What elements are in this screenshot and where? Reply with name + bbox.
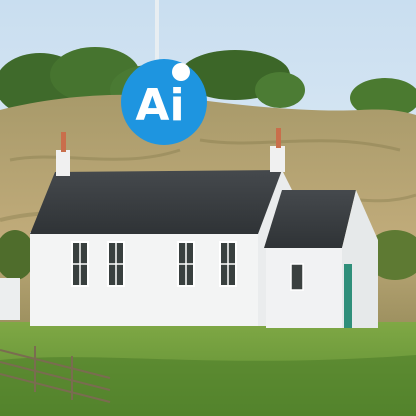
door <box>344 264 352 328</box>
photo-scene <box>0 0 416 416</box>
ai-logo-text: Ai <box>135 80 184 131</box>
chimney-right <box>270 146 285 172</box>
meadow-shadow <box>0 355 416 416</box>
chimney-pot-right <box>276 128 281 148</box>
chimney-pot-left <box>61 132 66 152</box>
ai-logo-icon: Ai <box>121 59 207 145</box>
shed <box>0 278 20 320</box>
cottage-roof <box>30 170 282 234</box>
extension-window <box>290 263 304 291</box>
chimney-left <box>56 150 70 176</box>
